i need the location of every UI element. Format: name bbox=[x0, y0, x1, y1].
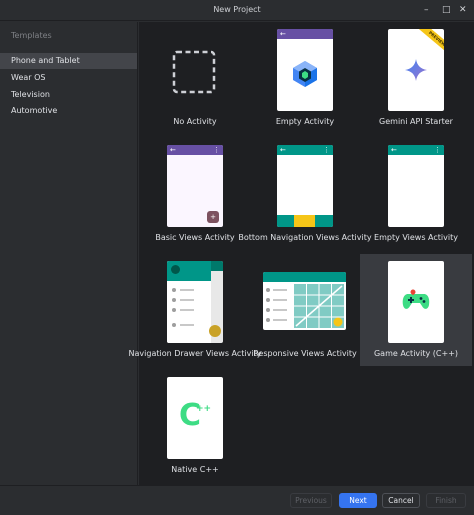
templates-sidebar: Templates Phone and Tablet Wear OS Telev… bbox=[0, 22, 138, 485]
template-label: Gemini API Starter bbox=[379, 117, 453, 126]
no-activity-icon bbox=[172, 50, 216, 94]
back-arrow-icon: ← bbox=[170, 146, 176, 154]
next-button[interactable]: Next bbox=[339, 493, 377, 508]
back-arrow-icon: ← bbox=[391, 146, 397, 154]
template-preview: PREVIEW bbox=[388, 29, 444, 111]
template-no-activity[interactable]: No Activity bbox=[139, 22, 251, 134]
sidebar-item-label: Television bbox=[11, 90, 50, 99]
game-controller-icon bbox=[402, 289, 430, 309]
template-gemini-api-starter[interactable]: PREVIEW Gemini API Starter bbox=[360, 22, 472, 134]
previous-button[interactable]: Previous bbox=[290, 493, 332, 508]
maximize-icon[interactable]: □ bbox=[442, 5, 451, 15]
template-basic-views-activity[interactable]: ← ⋮ + Basic Views Activity bbox=[139, 138, 251, 250]
fab-icon bbox=[209, 325, 221, 337]
template-preview: ← ⋮ + bbox=[167, 145, 223, 227]
template-preview bbox=[167, 261, 223, 343]
template-empty-views-activity[interactable]: ← ⋮ Empty Views Activity bbox=[360, 138, 472, 250]
overflow-menu-icon: ⋮ bbox=[323, 146, 330, 154]
cancel-button[interactable]: Cancel bbox=[382, 493, 420, 508]
preview-app-bar bbox=[211, 261, 223, 271]
sidebar-item-label: Phone and Tablet bbox=[11, 56, 80, 65]
grid-pane bbox=[294, 284, 344, 328]
template-preview: C ++ bbox=[167, 377, 223, 459]
title-bar: New Project – □ ✕ bbox=[0, 0, 474, 21]
back-arrow-icon: ← bbox=[280, 146, 286, 154]
dialog-footer: Previous Next Cancel Finish bbox=[0, 485, 474, 515]
preview-app-bar: ← ⋮ bbox=[277, 145, 333, 155]
template-gallery: No Activity ← Empty Activity PREVIEW Gem… bbox=[129, 22, 474, 485]
sidebar-item-label: Wear OS bbox=[11, 73, 46, 82]
template-empty-activity[interactable]: ← Empty Activity bbox=[249, 22, 361, 134]
gemini-sparkle-icon bbox=[405, 59, 427, 81]
templates-heading: Templates bbox=[11, 31, 52, 40]
sidebar-item-phone-and-tablet[interactable]: Phone and Tablet bbox=[0, 53, 137, 69]
template-preview bbox=[388, 261, 444, 343]
sidebar-item-wear-os[interactable]: Wear OS bbox=[0, 70, 137, 86]
overflow-menu-icon: ⋮ bbox=[434, 146, 441, 154]
template-label: Game Activity (C++) bbox=[373, 349, 459, 358]
template-responsive-views-activity[interactable]: Responsive Views Activity bbox=[249, 254, 361, 366]
avatar bbox=[171, 265, 180, 274]
sidebar-item-automotive[interactable]: Automotive bbox=[0, 103, 137, 119]
bottom-navigation-selected-tab bbox=[294, 215, 315, 227]
template-navigation-drawer-views-activity[interactable]: Navigation Drawer Views Activity bbox=[129, 254, 261, 366]
template-preview bbox=[263, 272, 346, 330]
preview-app-bar: ← ⋮ bbox=[388, 145, 444, 155]
drawer-menu-list bbox=[172, 288, 194, 327]
back-arrow-icon: ← bbox=[280, 30, 286, 38]
template-preview: ← ⋮ bbox=[277, 145, 333, 227]
overflow-menu-icon: ⋮ bbox=[213, 146, 220, 154]
template-preview: ← bbox=[277, 29, 333, 111]
bottom-navigation-bar bbox=[277, 215, 333, 227]
sidebar-item-label: Automotive bbox=[11, 106, 58, 115]
list-pane bbox=[266, 288, 287, 322]
drawer-header bbox=[167, 261, 211, 281]
template-bottom-navigation-views-activity[interactable]: ← ⋮ Bottom Navigation Views Activity bbox=[238, 138, 372, 250]
close-icon[interactable]: ✕ bbox=[459, 5, 467, 15]
minimize-icon[interactable]: – bbox=[424, 5, 429, 15]
template-label: Native C++ bbox=[171, 465, 219, 474]
preview-app-bar bbox=[263, 272, 346, 282]
jetpack-compose-icon bbox=[293, 61, 317, 87]
navigation-drawer bbox=[167, 261, 211, 343]
template-game-activity-cpp[interactable]: Game Activity (C++) bbox=[360, 254, 472, 366]
sidebar-item-television[interactable]: Television bbox=[0, 87, 137, 103]
preview-badge: PREVIEW bbox=[416, 29, 444, 57]
preview-app-bar: ← ⋮ bbox=[167, 145, 223, 155]
template-preview: ← ⋮ bbox=[388, 145, 444, 227]
template-label: Empty Views Activity bbox=[374, 233, 458, 242]
window-title: New Project bbox=[213, 5, 261, 14]
template-native-cpp[interactable]: C ++ Native C++ bbox=[139, 370, 251, 482]
fab-icon: + bbox=[207, 211, 219, 223]
preview-app-bar: ← bbox=[277, 29, 333, 39]
cpp-logo-icon: C ++ bbox=[179, 398, 212, 433]
finish-button[interactable]: Finish bbox=[426, 493, 466, 508]
